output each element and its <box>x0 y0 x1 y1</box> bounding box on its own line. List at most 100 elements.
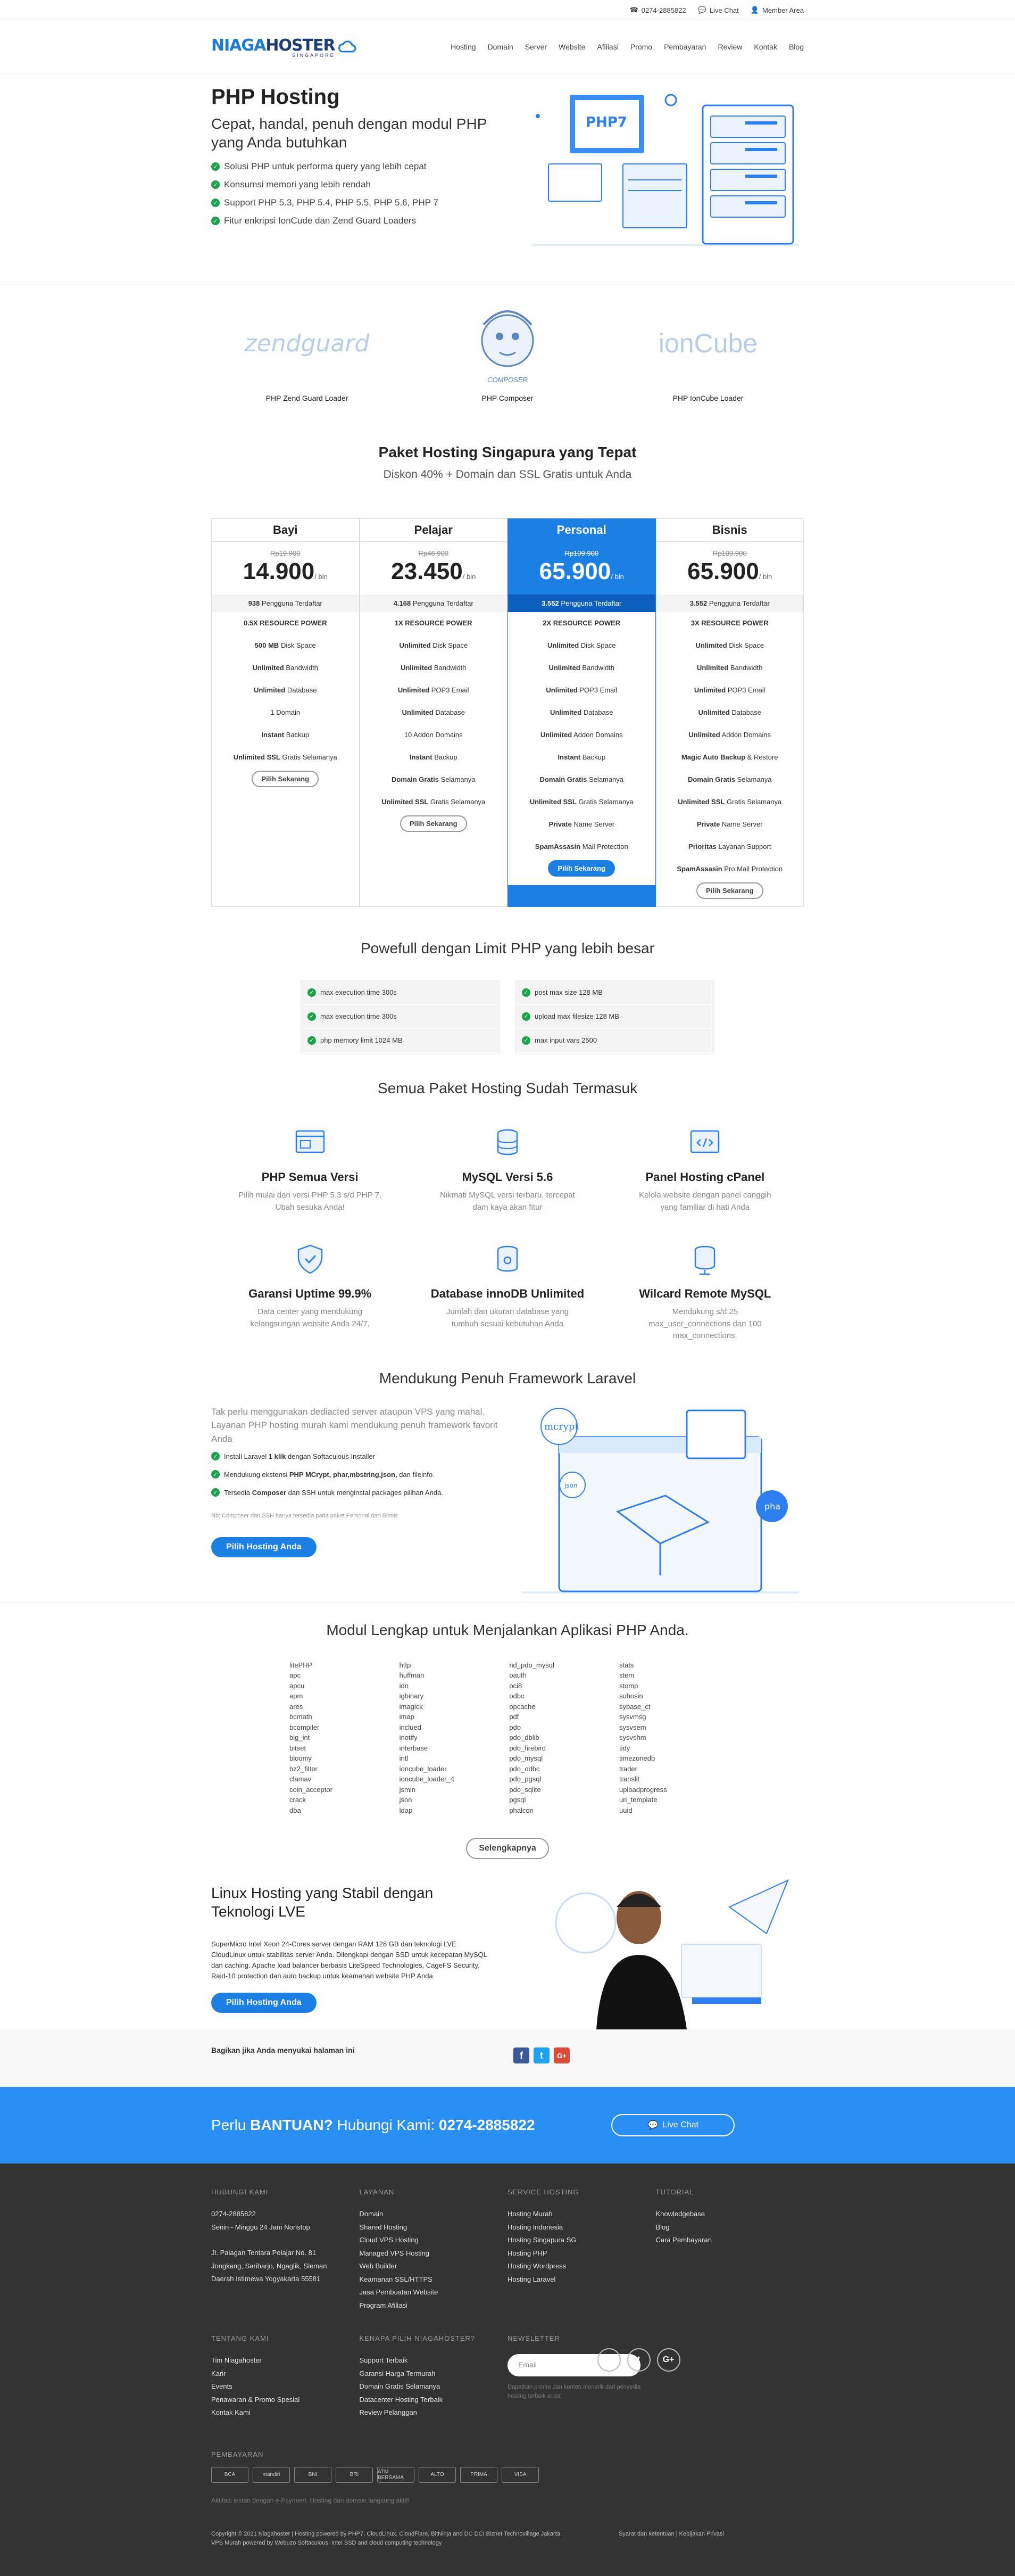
module-item: pdf <box>509 1713 519 1721</box>
feature-title: MySQL Versi 5.6 <box>462 1170 553 1184</box>
limit-text: post max size 128 MB <box>535 988 603 996</box>
plan-per: / bln <box>759 573 772 581</box>
footer-link[interactable]: Senin - Minggu 24 Jam Nonstop <box>211 2221 360 2234</box>
footer-link[interactable]: Knowledgebase <box>656 2208 804 2221</box>
plan-feature: Unlimited Disk Space <box>508 634 655 657</box>
choose-plan-button[interactable]: Pilih Sekarang <box>548 860 615 877</box>
check-icon: ✓ <box>307 1012 316 1021</box>
feature-text: Disk Space <box>729 641 764 649</box>
footer-link[interactable]: Hosting Singapura SG <box>508 2234 656 2247</box>
footer-link[interactable]: Karir <box>211 2367 360 2381</box>
footer-link[interactable]: Keamanan SSL/HTTPS <box>360 2273 508 2286</box>
nav-item-domain[interactable]: Domain <box>488 43 513 51</box>
choose-plan-button[interactable]: Pilih Sekarang <box>400 815 467 832</box>
nav-item-review[interactable]: Review <box>718 43 742 51</box>
choose-hosting-button[interactable]: Pilih Hosting Anda <box>211 1537 317 1557</box>
footer-link[interactable]: Shared Hosting <box>360 2221 508 2234</box>
feature-text: Database <box>583 708 613 716</box>
footer-link[interactable]: 0274-2885822 <box>211 2208 360 2221</box>
footer-link[interactable]: Hosting Murah <box>508 2208 656 2221</box>
choose-plan-button[interactable]: Pilih Sekarang <box>252 771 319 787</box>
module-item: huffman <box>399 1671 425 1679</box>
footer-link[interactable]: Penawaran & Promo Spesial <box>211 2393 360 2407</box>
module-item: apc <box>289 1671 301 1679</box>
shield-icon <box>211 1243 409 1275</box>
support-person-illustration <box>555 1879 789 2029</box>
module-item: sysvsem <box>619 1723 646 1731</box>
feature-text: Gratis Selamanya <box>282 753 337 761</box>
plan-users: 3.552 Pengguna Terdaftar <box>656 595 803 612</box>
payment-logo: ALTO <box>419 2466 456 2483</box>
nav-item-kontak[interactable]: Kontak <box>754 43 777 51</box>
footer-link[interactable]: Review Pelanggan <box>360 2406 508 2420</box>
svg-text:json: json <box>564 1482 578 1489</box>
facebook-icon[interactable]: f <box>597 2348 621 2372</box>
footer-link[interactable]: Domain Gratis Selamanya <box>360 2380 508 2393</box>
google-plus-icon[interactable]: G+ <box>554 2047 570 2063</box>
footer-link[interactable]: Datacenter Hosting Terbaik <box>360 2393 508 2407</box>
feature-strong: Unlimited SSL <box>529 798 577 806</box>
footer-link[interactable]: Jasa Pembuatan Website <box>360 2286 508 2299</box>
feature-strong: Unlimited SSL <box>381 798 429 806</box>
footer-link[interactable]: Hosting Laravel <box>508 2273 656 2286</box>
footer-link[interactable]: Hosting PHP <box>508 2247 656 2260</box>
footer-link[interactable]: Web Builder <box>360 2260 508 2273</box>
payment-logo: ATM BERSAMA <box>377 2466 414 2483</box>
plan-feature: Magic Auto Backup & Restore <box>656 746 804 769</box>
footer-link[interactable]: Tim Niagahoster <box>211 2354 360 2367</box>
logo[interactable]: NIAGAHOSTER SINGAPORE <box>211 36 356 58</box>
plan-price-value: 65.900 <box>687 558 759 584</box>
nav-item-hosting[interactable]: Hosting <box>451 43 476 51</box>
footer-link[interactable]: Program Afiliasi <box>360 2299 508 2313</box>
twitter-icon[interactable]: t <box>627 2348 651 2372</box>
nav-item-promo[interactable]: Promo <box>630 43 652 51</box>
phone-link[interactable]: ☎ 0274-2885822 <box>630 6 686 14</box>
twitter-icon[interactable]: t <box>534 2047 550 2063</box>
module-item: crack <box>289 1796 306 1804</box>
linux-text: SuperMicro Intel Xeon 24-Cores server de… <box>211 1940 487 1980</box>
footer-link[interactable]: Blog <box>656 2221 804 2234</box>
footer-col-title: TUTORIAL <box>655 2188 694 2196</box>
facebook-icon[interactable]: f <box>513 2047 529 2063</box>
terms-links[interactable]: Syarat dan ketentuan | Kebijakan Privasi <box>619 2530 724 2548</box>
footer-link[interactable]: Cara Pembayaran <box>656 2234 804 2247</box>
feature-strong: Unlimited <box>547 641 579 649</box>
plan-feature: Private Name Server <box>508 813 655 836</box>
footer-link[interactable]: Events <box>211 2380 360 2393</box>
feature-strong: Unlimited <box>253 686 286 694</box>
member-area-link[interactable]: 👤 Member Area <box>751 6 804 14</box>
nav-item-afiliasi[interactable]: Afiliasi <box>597 43 618 51</box>
footer-link[interactable]: Daerah Istimewa Yogyakarta 55581 <box>211 2273 360 2286</box>
choose-plan-button[interactable]: Pilih Sekarang <box>696 882 763 899</box>
footer-link[interactable]: Hosting Indonesia <box>508 2221 656 2234</box>
choose-hosting-button-2[interactable]: Pilih Hosting Anda <box>211 1992 317 2013</box>
check-icon: ✓ <box>211 199 220 207</box>
footer-link[interactable]: Jl. Palagan Tentara Pelajar No. 81 <box>211 2247 360 2260</box>
live-chat-link[interactable]: 💬 Live Chat <box>698 6 739 14</box>
nav-item-pembayaran[interactable]: Pembayaran <box>664 43 706 51</box>
database-remote-icon <box>606 1243 804 1275</box>
nav-item-server[interactable]: Server <box>525 43 547 51</box>
help-phone: 0274-2885822 <box>438 2117 535 2133</box>
feature-text: POP3 Email <box>579 686 618 694</box>
code-window-icon <box>606 1127 804 1159</box>
footer-link[interactable]: Support Terbaik <box>360 2354 508 2367</box>
footer-link[interactable]: Garansi Harga Termurah <box>360 2367 508 2381</box>
google-plus-icon[interactable]: G+ <box>656 2348 680 2372</box>
footer-link[interactable]: Jongkang, Sariharjo, Ngaglik, Sleman <box>211 2260 360 2273</box>
module-item: apcu <box>289 1681 305 1690</box>
footer-link[interactable]: Managed VPS Hosting <box>360 2247 508 2260</box>
module-item: odbc <box>509 1692 525 1700</box>
feature-text: Database <box>287 686 317 694</box>
footer-link[interactable]: Domain <box>360 2208 508 2221</box>
footer-link[interactable]: Cloud VPS Hosting <box>360 2234 508 2247</box>
payment-logo: VISA <box>502 2466 539 2483</box>
footer-link[interactable]: Hosting Wordpress <box>508 2260 656 2273</box>
nav-item-website[interactable]: Website <box>559 43 585 51</box>
feature-text: 1 Domain <box>270 708 301 716</box>
live-chat-button[interactable]: 💬 Live Chat <box>611 2114 735 2136</box>
see-more-button[interactable]: Selengkapnya <box>466 1838 549 1859</box>
footer-link[interactable]: Kontak Kami <box>211 2406 360 2420</box>
feature-text: Name Server <box>573 820 615 828</box>
nav-item-blog[interactable]: Blog <box>789 43 804 51</box>
